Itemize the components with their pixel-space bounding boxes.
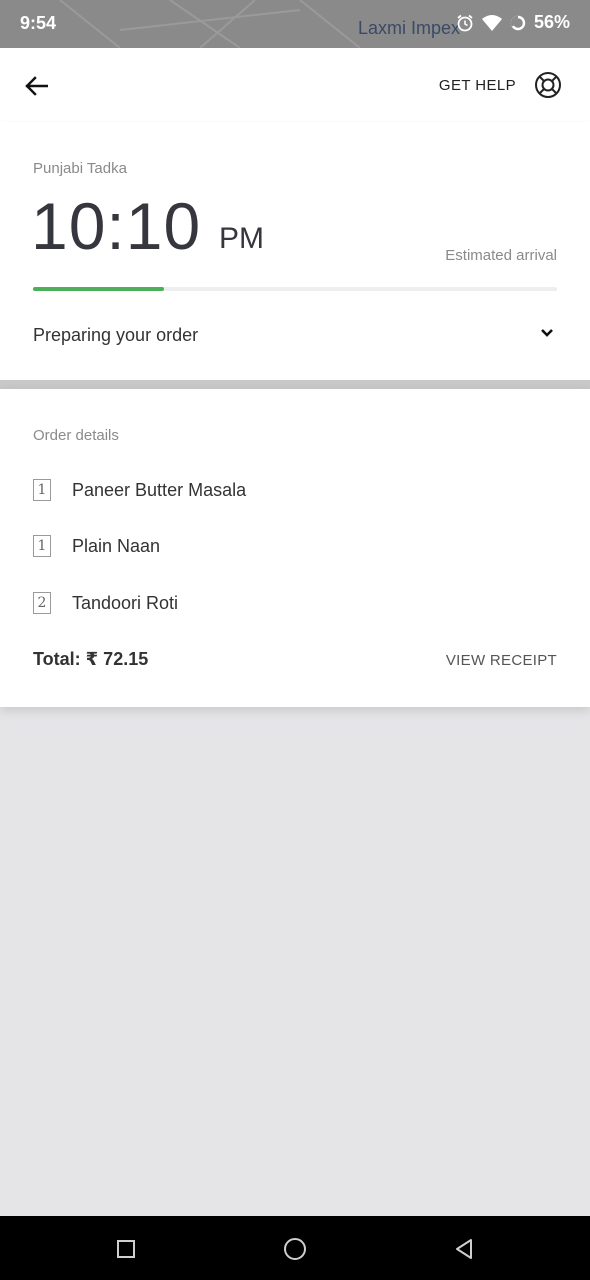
list-item: 2 Tandoori Roti [33,589,178,617]
triangle-back-icon [456,1239,472,1259]
order-status-card: Punjabi Tadka 10:10 PM Estimated arrival… [0,122,590,380]
arrow-left-icon [25,76,48,96]
status-time: 9:54 [20,13,57,33]
order-details-title: Order details [33,427,119,444]
recents-button[interactable] [111,1234,141,1264]
square-recents-icon [117,1240,135,1258]
list-item: 1 Plain Naan [33,532,160,560]
progress-track [33,287,557,291]
eta-time: 10:10 [31,189,202,263]
item-quantity: 1 [33,535,51,557]
list-item: 1 Paneer Butter Masala [33,476,246,504]
eta-label: Estimated arrival [445,247,557,264]
get-help-button[interactable]: GET HELP [439,68,562,102]
eta-ampm: PM [219,222,264,255]
item-quantity: 1 [33,479,51,501]
section-divider [0,380,590,389]
order-status-toggle[interactable]: Preparing your order [0,312,590,360]
order-details-card: Order details 1 Paneer Butter Masala 1 P… [0,389,590,707]
status-icons: 56% [456,12,570,33]
get-help-label: GET HELP [438,76,516,94]
battery-percent: 56% [533,12,570,32]
system-nav-bar [0,1216,590,1280]
item-name: Plain Naan [72,535,161,556]
progress-fill [33,287,164,291]
back-button[interactable] [20,70,52,102]
alarm-icon [456,14,474,32]
app-header: GET HELP [0,48,590,122]
lifebuoy-icon [535,72,561,98]
view-receipt-button[interactable]: VIEW RECEIPT [446,652,557,669]
battery-ring-icon [510,15,526,31]
back-nav-button[interactable] [449,1234,479,1264]
carrier-name: Laxmi Impex [358,18,461,38]
status-bar: 9:54 Laxmi Impex 56% [0,0,590,48]
restaurant-name: Punjabi Tadka [33,160,127,177]
order-status-text: Preparing your order [33,325,199,345]
item-name: Paneer Butter Masala [72,479,247,500]
item-quantity: 2 [33,592,51,614]
item-name: Tandoori Roti [72,592,179,613]
chevron-down-icon [541,329,553,337]
wifi-icon [481,14,502,31]
home-button[interactable] [280,1234,310,1264]
circle-home-icon [284,1238,306,1260]
order-total: Total: ₹ 72.15 [33,649,149,669]
